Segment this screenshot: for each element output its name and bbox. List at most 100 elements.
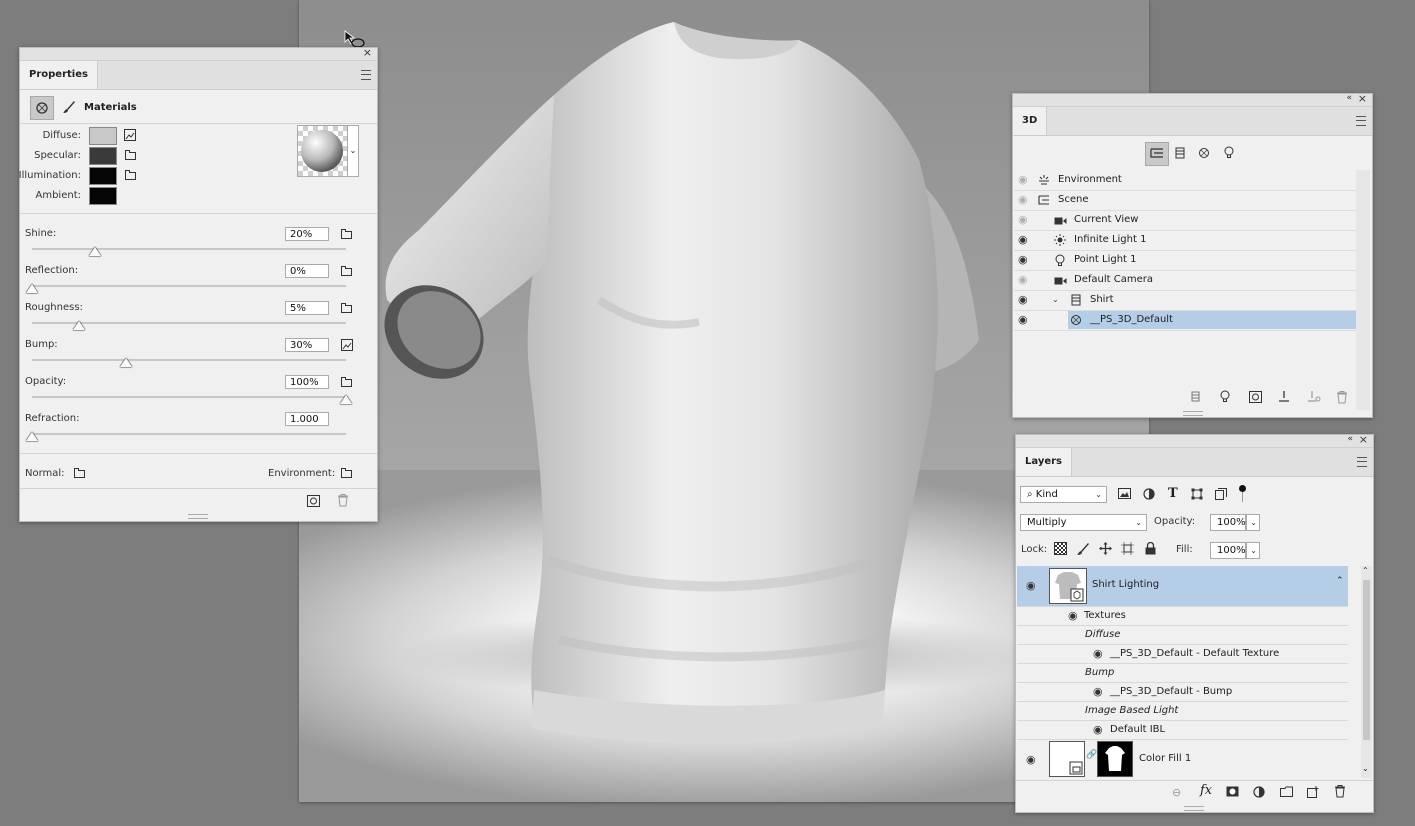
texture-row[interactable]: ◉ __PS_3D_Default - Default Texture: [1017, 644, 1348, 664]
tab-3d[interactable]: 3D: [1013, 107, 1048, 135]
chevron-down-icon[interactable]: ⌄: [1052, 290, 1059, 310]
eye-icon[interactable]: ◉: [1018, 290, 1032, 310]
material-preview[interactable]: [297, 125, 349, 177]
eye-icon[interactable]: ◉: [1093, 644, 1103, 663]
filter-shape-icon[interactable]: [1191, 488, 1203, 503]
filter-pixel-icon[interactable]: [1118, 488, 1131, 502]
add-mask-icon[interactable]: [1226, 786, 1239, 800]
close-icon[interactable]: ×: [363, 46, 372, 59]
texture-edit-icon[interactable]: [341, 339, 353, 354]
slider-thumb[interactable]: [26, 284, 38, 293]
panel-menu-icon[interactable]: [1357, 457, 1367, 467]
brush-icon[interactable]: [62, 100, 76, 117]
collapse-icon[interactable]: «: [1347, 434, 1353, 444]
filter-kind-dropdown[interactable]: ⌕ Kind ⌄: [1020, 486, 1107, 503]
scene-item[interactable]: ◉ Scene: [1014, 190, 1356, 211]
lock-paint-brush-icon[interactable]: [1076, 542, 1089, 558]
slider-thumb[interactable]: [120, 358, 133, 367]
slider-value-input[interactable]: 30%: [285, 338, 329, 352]
close-icon[interactable]: ×: [1359, 433, 1368, 446]
slider-thumb[interactable]: [340, 395, 352, 404]
scene-item[interactable]: ◉ ⌄ Shirt: [1014, 290, 1356, 311]
trash-icon[interactable]: [337, 494, 349, 510]
filter-adjustment-icon[interactable]: [1143, 488, 1155, 503]
slider-track[interactable]: [32, 433, 346, 435]
ambient-swatch[interactable]: [89, 187, 117, 205]
link-icon[interactable]: 🔗: [1086, 750, 1097, 760]
folder-icon[interactable]: [125, 170, 136, 180]
eye-icon[interactable]: ◉: [1018, 270, 1032, 290]
lock-move-icon[interactable]: [1099, 542, 1112, 558]
panel-menu-icon[interactable]: [361, 70, 371, 80]
specular-swatch[interactable]: [89, 147, 117, 165]
slider-thumb[interactable]: [73, 321, 86, 330]
scene-item[interactable]: ◉ Current View: [1014, 210, 1356, 231]
folder-icon[interactable]: [341, 377, 352, 387]
scrollbar[interactable]: [1356, 170, 1370, 410]
slider-track[interactable]: [32, 248, 346, 250]
new-layer-icon[interactable]: [1307, 786, 1319, 801]
layer-row-color-fill[interactable]: ◉ 🔗 Color Fill 1: [1017, 739, 1348, 781]
filter-toggle-icon[interactable]: [1239, 485, 1246, 492]
slider-thumb[interactable]: [26, 432, 38, 441]
resize-grip[interactable]: [1183, 411, 1203, 416]
tab-layers[interactable]: Layers: [1016, 448, 1072, 476]
filter-smart-object-icon[interactable]: [1215, 488, 1227, 503]
filter-lights-icon[interactable]: [1223, 146, 1235, 162]
folder-icon[interactable]: [341, 266, 352, 276]
filter-materials-icon[interactable]: [1198, 147, 1210, 162]
eye-icon[interactable]: ◉: [1093, 720, 1103, 739]
adjustment-layer-icon[interactable]: [1253, 786, 1265, 801]
panel-header[interactable]: « ×: [1016, 433, 1373, 448]
scrollbar-thumb[interactable]: [1363, 580, 1370, 740]
panel-header[interactable]: ×: [20, 46, 377, 61]
new-material-icon[interactable]: [307, 495, 320, 510]
slider-value-input[interactable]: 100%: [285, 375, 329, 389]
eye-icon[interactable]: ◉: [1018, 170, 1032, 190]
illumination-swatch[interactable]: [89, 167, 117, 185]
slider-track[interactable]: [32, 396, 346, 398]
chevron-down-icon[interactable]: ⌄: [347, 125, 359, 177]
scene-item[interactable]: ◉ __PS_3D_Default: [1014, 310, 1356, 331]
texture-row[interactable]: ◉ Default IBL: [1017, 720, 1348, 740]
trash-icon[interactable]: [1334, 785, 1346, 801]
collapse-icon[interactable]: «: [1346, 93, 1352, 103]
eye-icon[interactable]: ◉: [1018, 230, 1032, 250]
eye-icon[interactable]: ◉: [1026, 753, 1036, 766]
eye-icon[interactable]: ◉: [1018, 310, 1032, 330]
panel-menu-icon[interactable]: [1356, 116, 1366, 126]
add-mesh-icon[interactable]: [1190, 391, 1202, 406]
slider-value-input[interactable]: 0%: [285, 264, 329, 278]
eye-icon[interactable]: ◉: [1018, 250, 1032, 270]
eye-icon[interactable]: ◉: [1068, 606, 1078, 625]
blend-mode-dropdown[interactable]: Multiply ⌄: [1020, 514, 1147, 531]
scroll-down-icon[interactable]: ⌄: [1362, 764, 1369, 773]
close-icon[interactable]: ×: [1358, 92, 1367, 105]
slider-value-input[interactable]: 1.000: [285, 412, 329, 426]
textures-row[interactable]: ◉ Textures: [1017, 606, 1348, 626]
scene-item[interactable]: ◉ Default Camera: [1014, 270, 1356, 291]
group-folder-icon[interactable]: [1280, 786, 1293, 800]
scene-item[interactable]: ◉ Environment: [1014, 170, 1356, 191]
lock-transparency-icon[interactable]: [1054, 542, 1067, 555]
scroll-up-icon[interactable]: ⌃: [1362, 566, 1369, 575]
scene-item[interactable]: ◉ Infinite Light 1: [1014, 230, 1356, 251]
toggle-visibility-icon[interactable]: [1307, 390, 1321, 405]
chevron-up-icon[interactable]: ⌃: [1336, 576, 1344, 586]
diffuse-swatch[interactable]: [89, 127, 117, 145]
slider-track[interactable]: [32, 359, 346, 361]
add-material-icon[interactable]: [1249, 391, 1262, 406]
slider-thumb[interactable]: [88, 247, 101, 256]
slider-value-input[interactable]: 20%: [285, 227, 329, 241]
texture-edit-icon[interactable]: [124, 129, 136, 144]
eye-icon[interactable]: ◉: [1018, 210, 1032, 230]
filter-type-icon[interactable]: T: [1168, 486, 1178, 501]
scrollbar[interactable]: ⌃ ⌄: [1361, 566, 1372, 778]
scene-item[interactable]: ◉ Point Light 1: [1014, 250, 1356, 271]
resize-grip[interactable]: [1184, 806, 1204, 811]
environment-folder-icon[interactable]: [341, 468, 352, 478]
opacity-input[interactable]: 100%: [1210, 514, 1246, 531]
folder-icon[interactable]: [341, 303, 352, 313]
folder-icon[interactable]: [341, 229, 352, 239]
lock-artboard-icon[interactable]: [1121, 542, 1134, 558]
